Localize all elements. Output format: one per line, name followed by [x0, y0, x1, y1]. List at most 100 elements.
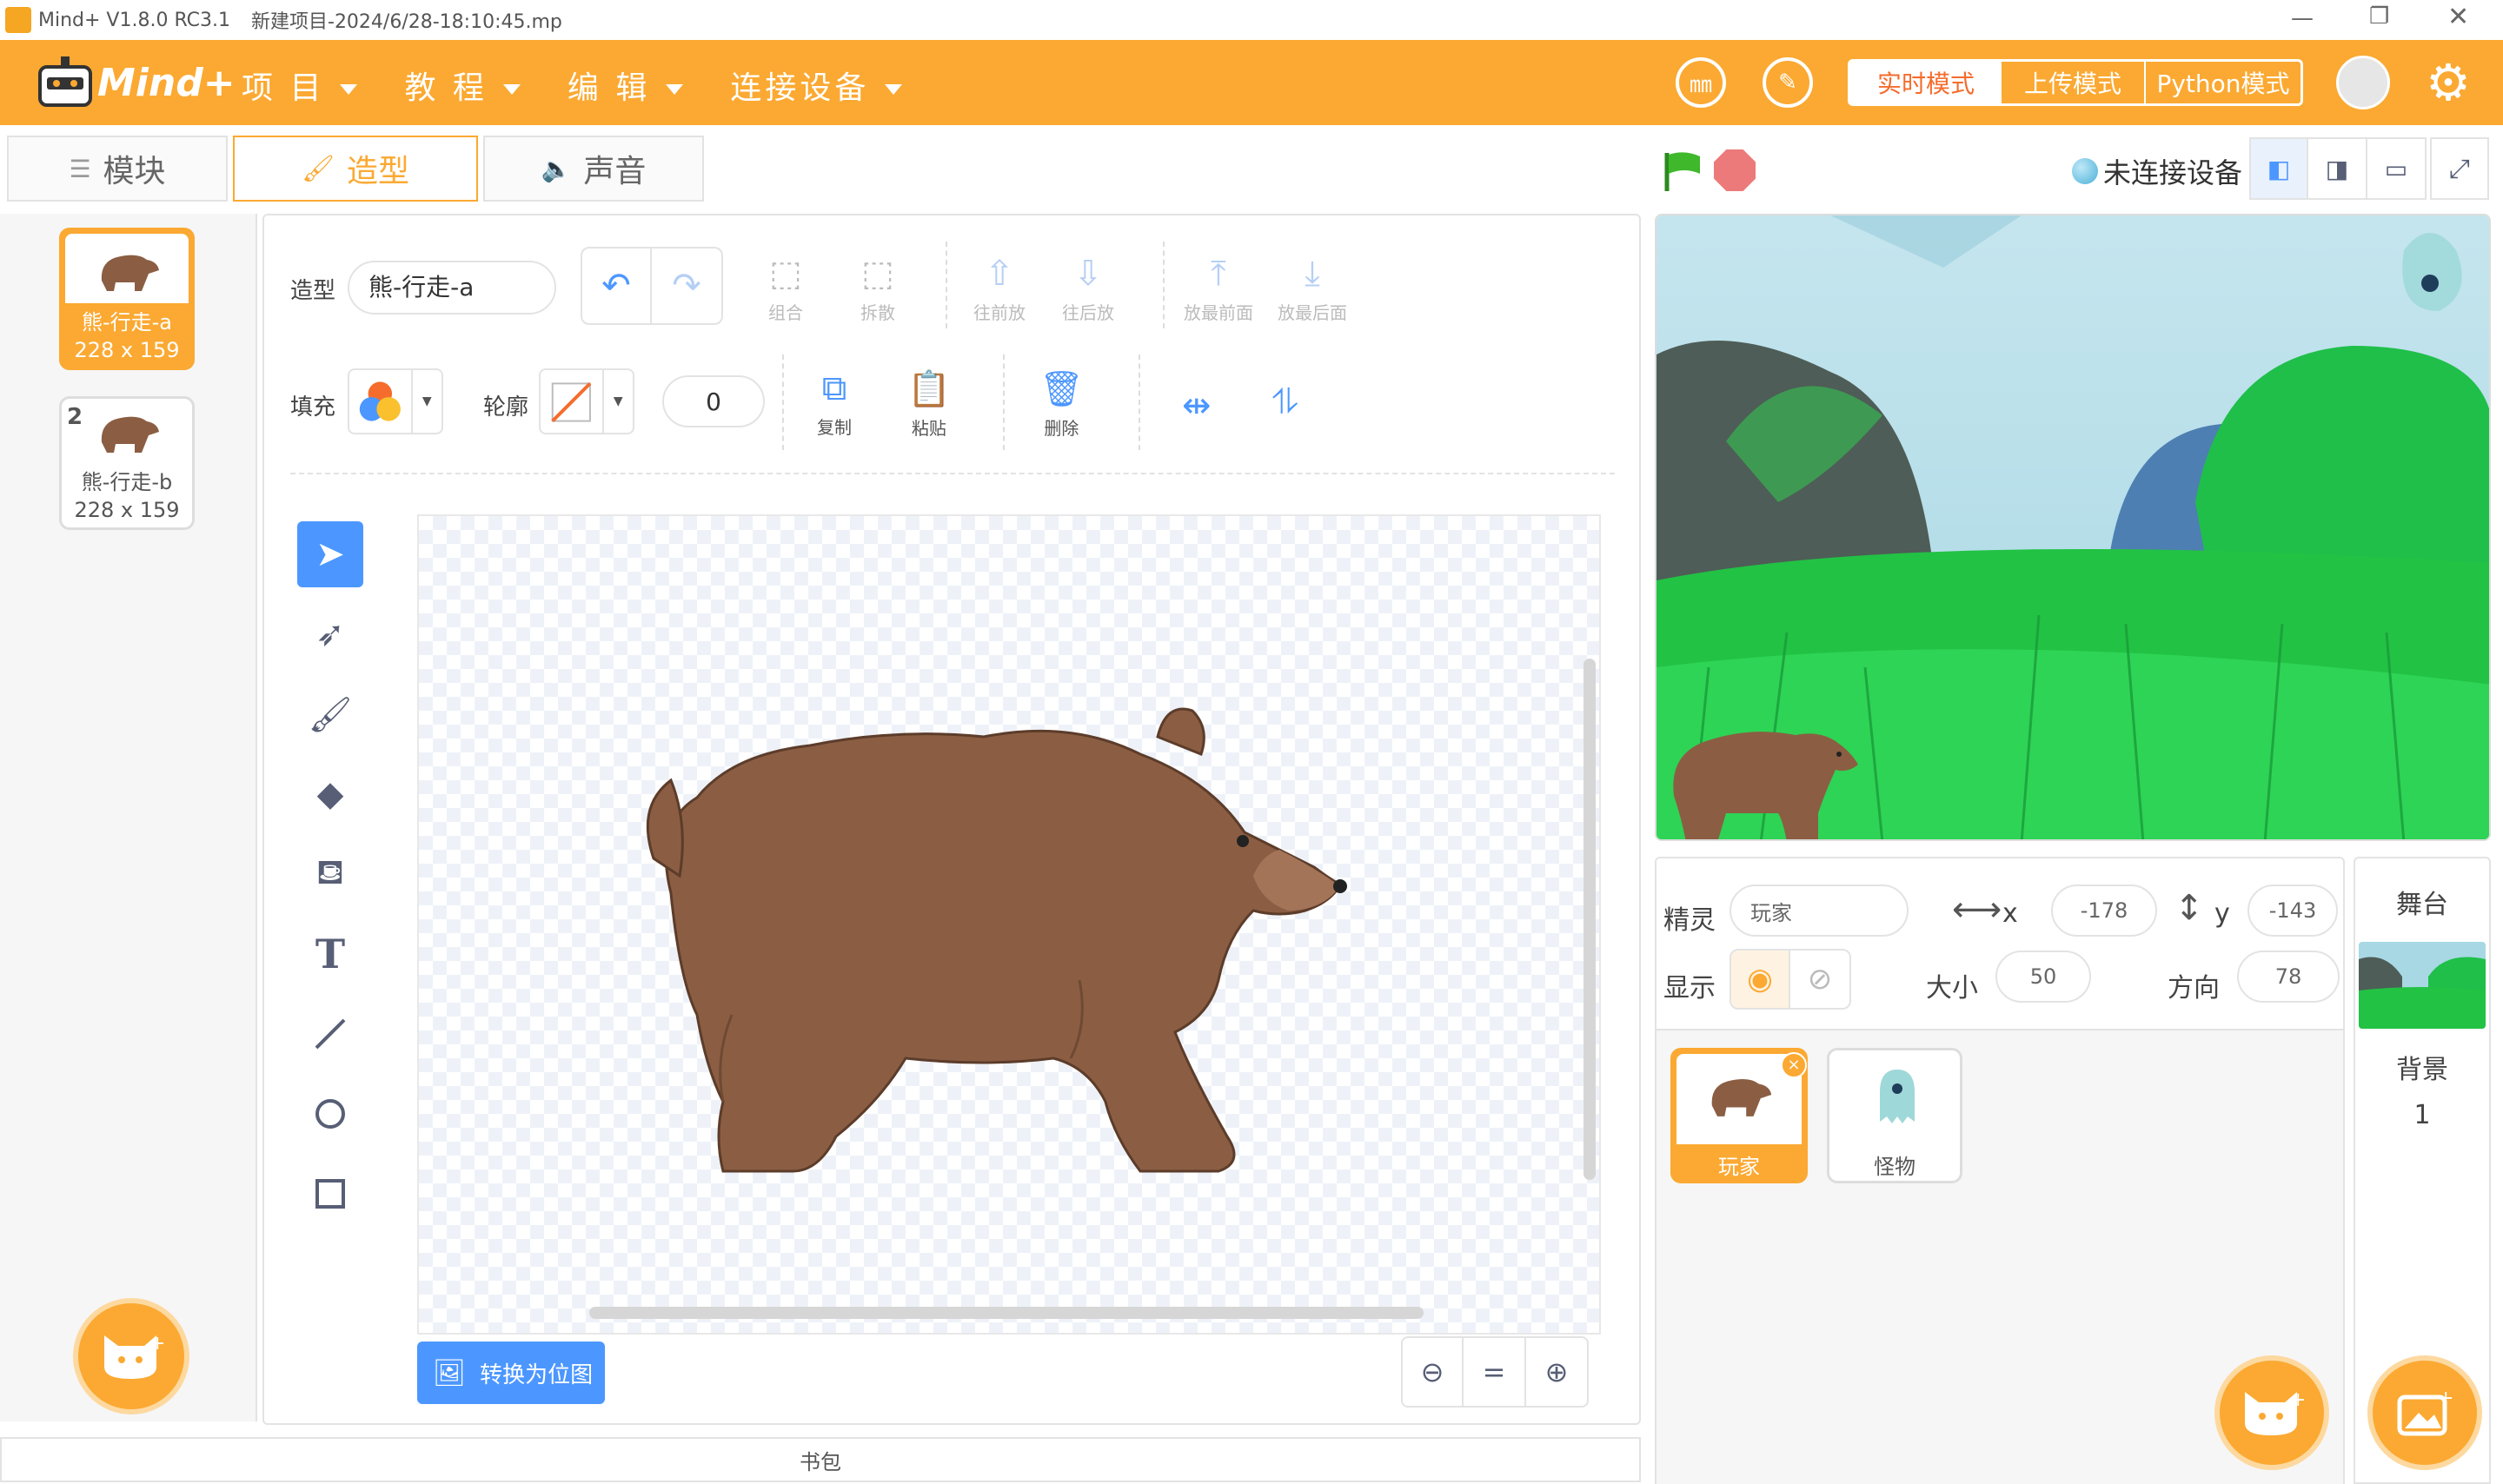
show-label: 显示: [1663, 973, 1716, 1004]
fullscreen-button[interactable]: ⤢: [2430, 137, 2489, 200]
sprite-label: 精灵: [1663, 905, 1716, 936]
svg-text:+: +: [2290, 1389, 2304, 1411]
stage-canvas[interactable]: [1655, 214, 2491, 841]
circle-tool[interactable]: [297, 1081, 363, 1147]
menu-tutorial[interactable]: 教 程: [404, 63, 521, 108]
small-stage-button[interactable]: ◧: [2249, 137, 2308, 200]
eraser-tool[interactable]: ◆: [297, 761, 363, 827]
sprite-item[interactable]: × 玩家: [1670, 1048, 1808, 1183]
learning-icon[interactable]: ㎜: [1676, 57, 1726, 108]
send-to-back-button[interactable]: ⤓ 放最后面: [1278, 254, 1347, 324]
delete-sprite-icon[interactable]: ×: [1781, 1052, 1807, 1078]
user-avatar-icon[interactable]: [2336, 56, 2390, 109]
costume-item[interactable]: 1 × 熊-行走-a 228 x 159: [59, 228, 195, 370]
trash-icon: 🗑: [1039, 369, 1084, 409]
sprite-name-input[interactable]: 玩家: [1730, 884, 1909, 937]
mindplus-logo[interactable]: Mind+: [35, 52, 236, 113]
choose-sprite-button[interactable]: +: [2214, 1355, 2329, 1470]
vertical-scrollbar[interactable]: [1583, 659, 1596, 1180]
color-swatch-icon: [359, 381, 401, 421]
delete-button[interactable]: 🗑 删除: [1039, 368, 1084, 440]
stage-title: 舞台: [2396, 890, 2448, 920]
divider: [1139, 354, 1140, 450]
app-icon: [5, 7, 31, 33]
convert-to-bitmap-button[interactable]: 🖼 转换为位图: [417, 1342, 605, 1404]
line-tool[interactable]: [297, 1001, 363, 1067]
flip-vertical-icon[interactable]: ⥮: [1272, 382, 1298, 422]
brush-tool[interactable]: 🖌: [297, 681, 363, 747]
rectangle-tool[interactable]: [297, 1161, 363, 1227]
backpack-bar[interactable]: 书包: [0, 1437, 1641, 1482]
device-status[interactable]: 未连接设备: [2072, 151, 2242, 191]
show-eye-icon[interactable]: ◉: [1730, 949, 1790, 1010]
undo-button[interactable]: ↶: [581, 247, 652, 325]
fill-color-picker[interactable]: ▼: [348, 368, 443, 434]
menu-bar: Mind+ 项 目 教 程 编 辑 连接设备 ㎜ ✎ 实时模式 上传模式 Pyt…: [0, 40, 2503, 125]
svg-text:+: +: [149, 1333, 163, 1355]
tab-blocks[interactable]: ☰ 模块: [7, 136, 228, 202]
choose-backdrop-button[interactable]: +: [2367, 1355, 2482, 1470]
menu-edit[interactable]: 编 辑: [568, 63, 684, 108]
main-menu: 项 目 教 程 编 辑 连接设备: [242, 63, 903, 108]
logo-text: Mind+: [97, 60, 236, 105]
mode-switch: 实时模式 上传模式 Python模式: [1848, 59, 2303, 106]
costume-name-input[interactable]: 熊-行走-a: [348, 261, 556, 315]
select-tool[interactable]: ➤: [297, 521, 363, 587]
copy-button[interactable]: ⧉ 复制: [817, 368, 852, 439]
bring-to-front-button[interactable]: ⤒ 放最前面: [1184, 254, 1253, 324]
redo-button[interactable]: ↷: [652, 247, 723, 325]
feedback-edit-icon[interactable]: ✎: [1763, 57, 1813, 108]
reshape-tool[interactable]: ➶: [297, 601, 363, 667]
bear-thumbnail-icon: [101, 255, 159, 291]
close-button[interactable]: ✕: [2447, 2, 2469, 32]
text-tool[interactable]: T: [297, 921, 363, 987]
tab-sounds[interactable]: 🔈 声音: [483, 136, 704, 202]
realtime-mode-button[interactable]: 实时模式: [1850, 62, 2002, 103]
costume-item[interactable]: 2 熊-行走-b 228 x 159: [59, 396, 195, 530]
green-flag-icon[interactable]: [1660, 149, 1705, 196]
add-backdrop-icon: +: [2397, 1388, 2453, 1436]
forward-button[interactable]: ⇧ 往前放: [973, 254, 1026, 324]
paste-button[interactable]: 📋 粘贴: [907, 368, 951, 440]
settings-gear-icon[interactable]: ⚙: [2421, 56, 2475, 109]
y-input[interactable]: -143: [2247, 884, 2338, 937]
group-icon: ⬚: [769, 254, 802, 294]
ungroup-button[interactable]: ⬚ 拆散: [860, 254, 895, 324]
restore-button[interactable]: ❐: [2369, 3, 2389, 30]
copy-icon: ⧉: [821, 368, 847, 408]
speaker-icon: 🔈: [541, 154, 572, 183]
horizontal-scrollbar[interactable]: [589, 1307, 1424, 1319]
drawing-canvas[interactable]: [417, 514, 1601, 1335]
line-icon: [315, 1018, 346, 1050]
large-stage-button[interactable]: ▭: [2367, 137, 2427, 200]
group-button[interactable]: ⬚ 组合: [768, 254, 803, 324]
x-input[interactable]: -178: [2051, 884, 2157, 937]
backward-button[interactable]: ⇩ 往后放: [1062, 254, 1114, 324]
menu-connect-device[interactable]: 连接设备: [730, 63, 903, 108]
zoom-reset-button[interactable]: =: [1464, 1336, 1526, 1408]
size-label: 大小: [1926, 973, 1978, 1004]
outline-color-picker[interactable]: ▼: [539, 368, 634, 434]
size-input[interactable]: 50: [1995, 951, 2091, 1003]
forward-icon: ⇧: [985, 254, 1014, 294]
stage-thumbnail[interactable]: [2359, 942, 2486, 1029]
forest-backdrop-thumbnail: [2359, 942, 2486, 1029]
outline-width-input[interactable]: 0: [662, 375, 765, 427]
tab-costumes[interactable]: 🖌 造型: [233, 136, 478, 202]
zoom-in-button[interactable]: ⊕: [1526, 1336, 1589, 1408]
image-icon: 🖼: [433, 1357, 467, 1388]
zoom-out-button[interactable]: ⊖: [1401, 1336, 1464, 1408]
menu-project[interactable]: 项 目: [242, 63, 358, 108]
sprite-item[interactable]: 怪物: [1827, 1048, 1962, 1183]
hide-eye-icon[interactable]: ⊘: [1790, 949, 1851, 1010]
stop-icon[interactable]: [1714, 149, 1756, 191]
medium-stage-button[interactable]: ◨: [2308, 137, 2367, 200]
choose-costume-button[interactable]: +: [73, 1298, 189, 1414]
sprite-name: 怪物: [1874, 1155, 1915, 1179]
python-mode-button[interactable]: Python模式: [2146, 62, 2301, 103]
direction-input[interactable]: 78: [2237, 951, 2340, 1003]
flip-horizontal-icon[interactable]: ⇹: [1182, 386, 1212, 426]
upload-mode-button[interactable]: 上传模式: [2002, 62, 2146, 103]
minimize-button[interactable]: —: [2291, 5, 2314, 31]
fill-tool[interactable]: ⛾: [297, 841, 363, 907]
